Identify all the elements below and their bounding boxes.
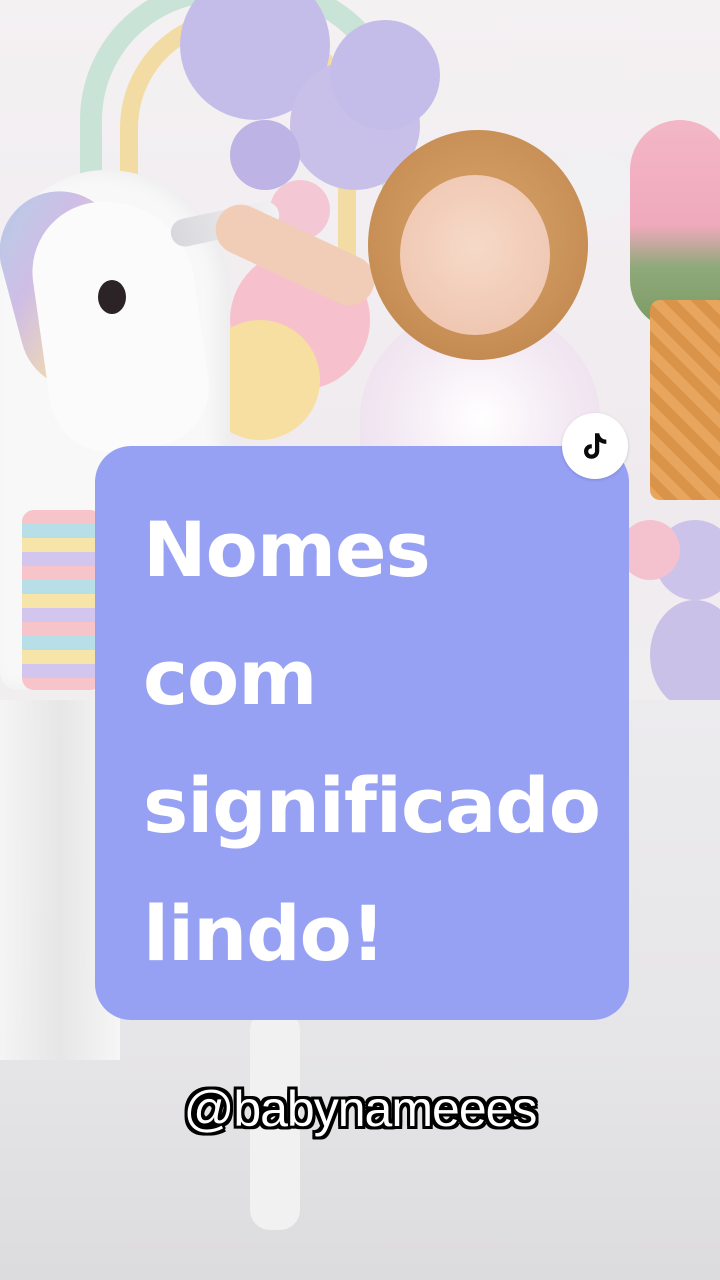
tiktok-logo-icon [584,433,607,459]
balloon [650,600,720,710]
balloon [230,120,300,190]
ice-cream-decoration [630,120,720,330]
balloon [620,520,680,580]
layered-cake [22,510,102,690]
title-line: com [143,633,317,722]
title-card: Nomes com significado lindo! [95,446,629,1020]
tiktok-badge[interactable] [562,413,628,479]
child-face [400,175,550,335]
balloon [330,20,440,130]
ice-cream-cone [650,300,720,500]
unicorn-eye [98,280,126,314]
title-line: lindo! [143,889,385,978]
title-line: Nomes [143,505,431,594]
creator-handle: @babynameees [183,1081,538,1137]
title-line: significado [143,761,601,850]
